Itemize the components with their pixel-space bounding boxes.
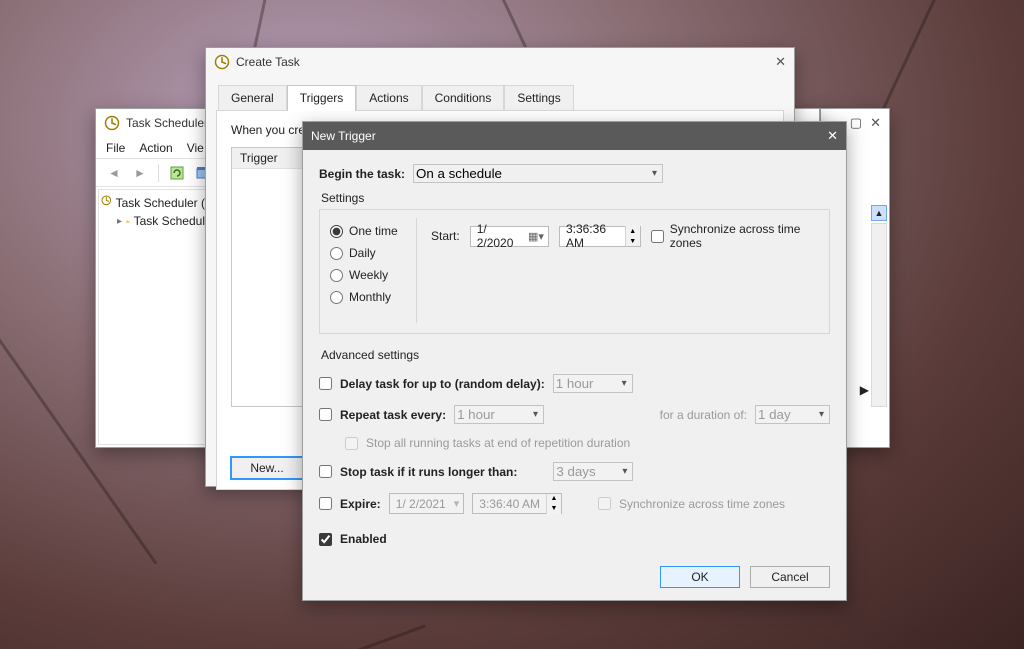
refresh-button[interactable] [165, 162, 189, 184]
close-icon[interactable]: ✕ [775, 54, 786, 70]
radio-one-time[interactable]: One time [330, 224, 416, 238]
expire-sync-label: Synchronize across time zones [619, 497, 785, 511]
expire-date-value: 1/ 2/2021 [396, 497, 446, 511]
calendar-icon[interactable]: ▾ [454, 497, 460, 510]
app-icon [104, 115, 120, 131]
stop-all-checkbox [345, 437, 358, 450]
tab-triggers[interactable]: Triggers [287, 85, 357, 111]
ok-button[interactable]: OK [660, 566, 740, 588]
tree-child[interactable]: ▸ Task Schedul [101, 212, 205, 230]
expand-arrow-icon[interactable]: ▶ [860, 383, 869, 397]
divider [158, 164, 159, 182]
titlebar[interactable]: Create Task ✕ [206, 48, 794, 76]
window-title: Create Task [236, 55, 300, 69]
delay-select[interactable] [553, 374, 633, 393]
radio-label: Weekly [349, 268, 388, 282]
duration-select[interactable] [755, 405, 830, 424]
begin-task-select[interactable] [413, 164, 663, 183]
start-date-field[interactable]: 1/ 2/2020 ▦▾ [470, 226, 549, 247]
nav-forward-button[interactable]: ► [128, 162, 152, 184]
folder-icon [126, 213, 130, 229]
enabled-checkbox[interactable] [319, 533, 332, 546]
close-icon[interactable]: ✕ [827, 128, 838, 144]
cancel-button[interactable]: Cancel [750, 566, 830, 588]
close-icon[interactable]: ✕ [870, 115, 881, 131]
sync-label: Synchronize across time zones [670, 222, 819, 250]
begin-task-value[interactable] [413, 164, 663, 183]
duration-value[interactable] [755, 405, 830, 424]
nav-back-button[interactable]: ◄ [102, 162, 126, 184]
tree-root-label: Task Scheduler ( [116, 196, 205, 210]
chevron-right-icon[interactable]: ▸ [117, 216, 122, 227]
stop-if-checkbox[interactable] [319, 465, 332, 478]
radio-daily[interactable]: Daily [330, 246, 416, 260]
start-date-value: 1/ 2/2020 [477, 222, 520, 250]
expire-date-field[interactable]: 1/ 2/2021 ▾ [389, 493, 465, 514]
spin-down-icon[interactable]: ▼ [626, 236, 640, 246]
tree-child-label: Task Schedul [134, 214, 205, 228]
sync-checkbox[interactable]: Synchronize across time zones [651, 222, 819, 250]
scroll-up-button[interactable]: ▲ [871, 205, 887, 221]
menu-action[interactable]: Action [139, 141, 172, 155]
maximize-icon[interactable]: ▢ [850, 115, 862, 131]
start-label: Start: [431, 229, 460, 243]
calendar-icon[interactable]: ▦▾ [528, 230, 544, 243]
repeat-checkbox[interactable] [319, 408, 332, 421]
tree-root[interactable]: Task Scheduler ( [101, 194, 205, 212]
tab-conditions[interactable]: Conditions [422, 85, 505, 111]
radio-input[interactable] [330, 291, 343, 304]
tree-pane: Task Scheduler ( ▸ Task Schedul [98, 189, 208, 445]
new-trigger-dialog: New Trigger ✕ Begin the task: Settings O… [302, 121, 847, 601]
tab-settings[interactable]: Settings [504, 85, 573, 111]
repeat-select[interactable] [454, 405, 544, 424]
radio-label: One time [349, 224, 398, 238]
delay-value[interactable] [553, 374, 633, 393]
delay-checkbox[interactable] [319, 377, 332, 390]
duration-label: for a duration of: [660, 408, 747, 422]
app-icon [214, 54, 230, 70]
enabled-label: Enabled [340, 532, 387, 546]
scrollbar[interactable] [871, 223, 887, 407]
stop-if-select[interactable] [553, 462, 633, 481]
start-time-field[interactable]: 3:36:36 AM ▲▼ [559, 226, 641, 247]
radio-input[interactable] [330, 247, 343, 260]
spin-down-icon[interactable]: ▼ [547, 504, 561, 514]
titlebar[interactable]: New Trigger ✕ [303, 122, 846, 150]
expire-time-value: 3:36:40 AM [473, 497, 546, 511]
tab-general[interactable]: General [218, 85, 287, 111]
settings-group: One time Daily Weekly Monthly Start: 1/ … [319, 209, 830, 334]
advanced-label: Advanced settings [321, 348, 830, 362]
tab-strip: General Triggers Actions Conditions Sett… [206, 76, 794, 110]
tab-actions[interactable]: Actions [356, 85, 421, 111]
expire-checkbox[interactable] [319, 497, 332, 510]
dialog-title: New Trigger [311, 129, 376, 143]
radio-label: Daily [349, 246, 376, 260]
start-time-value: 3:36:36 AM [560, 222, 625, 250]
spin-up-icon[interactable]: ▲ [547, 494, 561, 504]
radio-monthly[interactable]: Monthly [330, 290, 416, 304]
settings-label: Settings [321, 191, 830, 205]
stop-if-label: Stop task if it runs longer than: [340, 465, 517, 479]
menu-file[interactable]: File [106, 141, 125, 155]
stop-if-value[interactable] [553, 462, 633, 481]
radio-label: Monthly [349, 290, 391, 304]
new-button[interactable]: New... [231, 457, 303, 479]
radio-input[interactable] [330, 225, 343, 238]
repeat-label: Repeat task every: [340, 408, 446, 422]
expire-sync-checkbox [598, 497, 611, 510]
radio-weekly[interactable]: Weekly [330, 268, 416, 282]
begin-task-label: Begin the task: [319, 167, 405, 181]
expire-label: Expire: [340, 497, 381, 511]
window-title: Task Scheduler [126, 116, 208, 130]
clock-icon [101, 195, 112, 211]
delay-label: Delay task for up to (random delay): [340, 377, 545, 391]
expire-time-field[interactable]: 3:36:40 AM ▲▼ [472, 493, 562, 514]
menu-view[interactable]: Vie [187, 141, 204, 155]
checkbox-input[interactable] [651, 230, 664, 243]
background-branch [237, 624, 426, 649]
repeat-value[interactable] [454, 405, 544, 424]
stop-all-label: Stop all running tasks at end of repetit… [366, 436, 630, 450]
spin-up-icon[interactable]: ▲ [626, 226, 640, 236]
radio-input[interactable] [330, 269, 343, 282]
